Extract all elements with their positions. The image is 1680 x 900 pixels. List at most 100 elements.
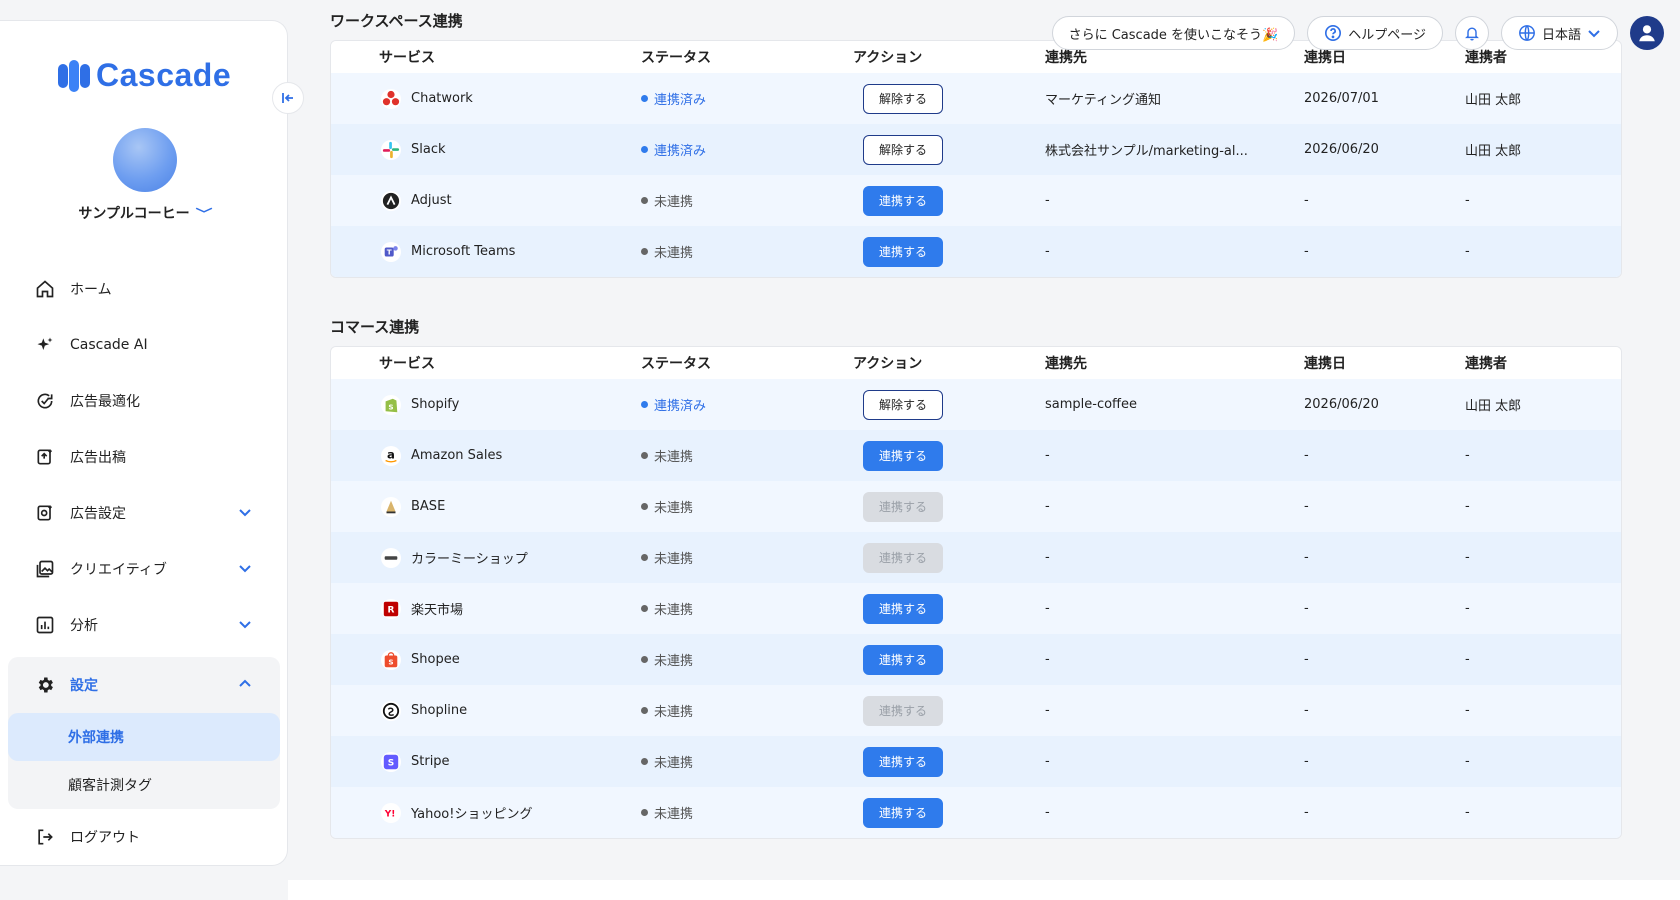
nav-item-analytics[interactable]: 分析 [8,597,280,653]
service-cell: S Shopee [331,649,641,670]
help-button[interactable]: ヘルプページ [1307,16,1443,50]
nav-item-home[interactable]: ホーム [8,261,280,317]
workspace-table: サービス ステータス アクション 連携先 連携日 連携者 Chatwork 連携済… [330,40,1622,278]
connect-button[interactable]: 連携する [863,440,943,471]
logout-button[interactable]: ログアウト [8,809,280,865]
destination-cell: - [1045,244,1050,259]
connect-button[interactable]: 連携する [863,593,943,624]
action-cell: 解除する [853,134,1045,165]
bell-icon [1465,27,1479,41]
nav-subitem-tracking-tag[interactable]: 顧客計測タグ [8,761,280,809]
commerce-table-body: S Shopify 連携済み 解除する sample-coffee 2026/06/20 山… [331,379,1621,838]
nav-item-ad-settings[interactable]: 広告設定 [8,485,280,541]
connect-button-disabled: 連携する [863,695,943,726]
status-badge: 連携済み [654,93,707,108]
status-badge: 未連携 [654,501,694,516]
col-status: ステータス [641,356,711,372]
action-cell: 連携する [853,491,1045,522]
table-row: R 楽天市場 未連携 連携する - - - [331,583,1621,634]
nav-subitem-integrations[interactable]: 外部連携 [8,713,280,761]
nav-item-creative[interactable]: クリエイティブ [8,541,280,597]
status-badge: 未連携 [654,552,694,567]
col-action: アクション [853,50,923,66]
date-cell: - [1304,193,1309,208]
slack-icon [381,139,401,160]
service-cell: a Amazon Sales [331,445,641,466]
disconnect-button[interactable]: 解除する [863,83,943,114]
connect-button[interactable]: 連携する [863,644,943,675]
yahoo-icon: Y! [381,802,401,823]
svg-text:S: S [388,657,393,666]
nav-item-settings[interactable]: 設定 [8,657,280,713]
connect-button[interactable]: 連携する [863,797,943,828]
user-menu-button[interactable] [1630,16,1664,50]
connect-button[interactable]: 連携する [863,746,943,777]
service-cell: カラーミーショップ [331,547,641,568]
nav-item-ad-publish[interactable]: 広告出稿 [8,429,280,485]
chevron-down-icon [1588,30,1600,38]
svg-text:T: T [387,247,392,256]
service-name: Yahoo!ショッピング [411,807,533,822]
destination-cell: - [1045,754,1050,769]
amazon-icon: a [381,445,401,466]
status-dot-icon [641,758,648,765]
status-cell: 未連携 [641,599,853,618]
user-cell: - [1465,499,1470,514]
destination-cell: - [1045,550,1050,565]
nav-item-ad-optimization[interactable]: 広告最適化 [8,373,280,429]
chevron-up-icon [239,679,251,687]
top-bar: さらに Cascade を使いこなそう🎉 ヘルプページ 日本語 [1051,16,1664,50]
status-cell: 未連携 [641,446,853,465]
status-dot-icon [641,452,648,459]
promo-button[interactable]: さらに Cascade を使いこなそう🎉 [1051,16,1296,50]
notification-button[interactable] [1454,16,1489,50]
teams-icon: T [381,241,401,262]
status-dot-icon [641,554,648,561]
disconnect-button[interactable]: 解除する [863,389,943,420]
service-name: カラーミーショップ [411,552,528,567]
status-badge: 未連携 [654,807,694,822]
nav-label: クリエイティブ [70,562,167,578]
status-badge: 未連携 [654,246,694,261]
globe-icon [1519,25,1535,41]
user-cell: - [1465,601,1470,616]
sidebar: Cascade サンプルコーヒー ﹀ ホーム Cascade AI 広告最適化 [0,20,288,866]
company-selector[interactable]: サンプルコーヒー ﹀ [0,203,288,223]
col-date: 連携日 [1304,50,1346,66]
user-cell: - [1465,550,1470,565]
user-cell: - [1465,703,1470,718]
sparkle-icon [34,334,56,356]
svg-text:a: a [387,447,395,461]
action-cell: 連携する [853,440,1045,471]
shopify-icon: S [381,394,401,415]
service-name: Stripe [411,754,450,769]
service-cell: Slack [331,139,641,160]
table-row: S Shopify 連携済み 解除する sample-coffee 2026/06/20 山… [331,379,1621,430]
chart-icon [34,614,56,636]
nav-item-cascade-ai[interactable]: Cascade AI [8,317,280,373]
service-cell: Chatwork [331,88,641,109]
col-user: 連携者 [1465,356,1507,372]
language-selector[interactable]: 日本語 [1500,16,1618,50]
destination-cell: - [1045,703,1050,718]
user-cell: - [1465,652,1470,667]
col-service: サービス [379,356,435,372]
table-row: a Amazon Sales 未連携 連携する - - - [331,430,1621,481]
table-row: S Shopee 未連携 連携する - - - [331,634,1621,685]
status-dot-icon [641,146,648,153]
upload-doc-icon [34,446,56,468]
date-cell: - [1304,652,1309,667]
nav-label: 広告設定 [70,506,126,522]
collapse-sidebar-button[interactable] [272,82,304,114]
col-destination: 連携先 [1045,356,1087,372]
destination-cell: - [1045,448,1050,463]
commerce-section-title: コマース連携 [330,318,420,336]
connect-button[interactable]: 連携する [863,185,943,216]
connect-button[interactable]: 連携する [863,236,943,267]
disconnect-button[interactable]: 解除する [863,134,943,165]
table-row: Y! Yahoo!ショッピング 未連携 連携する - - - [331,787,1621,838]
colorme-icon [381,547,401,568]
user-cell: - [1465,754,1470,769]
cascade-logo[interactable]: Cascade [58,57,231,94]
service-name: 楽天市場 [411,603,464,618]
